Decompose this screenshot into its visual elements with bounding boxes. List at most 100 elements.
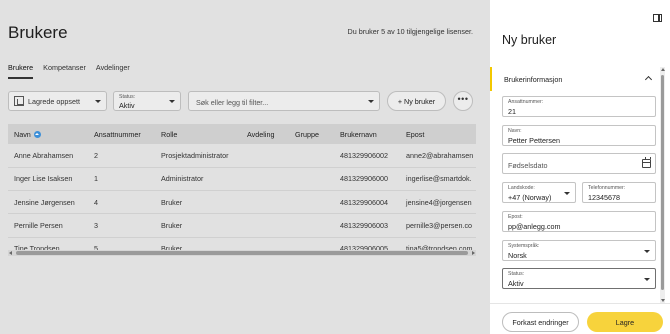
field-value: 12345678	[588, 193, 620, 202]
cell-epost: pernille3@persen.co	[400, 213, 476, 238]
name-field[interactable]: Navn: Petter Pettersen	[502, 125, 656, 146]
phone-number-field[interactable]: Telefonnummer: 12345678	[582, 182, 656, 203]
more-options-button[interactable]: •••	[453, 91, 473, 111]
page-title: Brukere	[8, 23, 68, 42]
chevron-down-icon	[169, 100, 175, 103]
saved-setups-dropdown[interactable]: Lagrede oppsett	[8, 91, 107, 111]
table-row[interactable]: Jensine Jørgensen 4 Bruker 481329906004 …	[8, 190, 476, 215]
saved-setup-icon	[14, 96, 24, 106]
field-label: Epost:	[508, 214, 523, 220]
column-header-ansattnummer[interactable]: Ansattnummer	[88, 124, 155, 144]
chevron-down-icon	[644, 277, 650, 281]
cell-epost: anne2@abrahamsen	[400, 144, 476, 168]
tab-brukere[interactable]: Brukere	[8, 63, 34, 79]
column-header-label: Navn	[14, 129, 31, 139]
field-label: Telefonnummer:	[588, 185, 626, 191]
cell-ansattnummer: 3	[88, 213, 155, 238]
field-label: Ansattnummer:	[508, 99, 544, 105]
status-select[interactable]: Status: Aktiv	[502, 268, 656, 289]
field-placeholder: Fødselsdato	[508, 160, 548, 170]
cell-avdeling	[241, 213, 289, 238]
discard-changes-button[interactable]: Forkast endringer	[502, 312, 579, 332]
cell-gruppe	[289, 144, 334, 168]
tab-kompetanser[interactable]: Kompetanser	[43, 63, 86, 79]
email-field[interactable]: Epost: pp@anlegg.com	[502, 211, 656, 232]
cell-rolle: Prosjektadministrator	[155, 144, 241, 168]
field-value: Aktiv	[508, 279, 524, 288]
cell-navn: Inger Lise Isaksen	[8, 167, 88, 192]
status-filter-dropdown[interactable]: Status: Aktiv	[113, 91, 181, 111]
table-row[interactable]: Anne Abrahamsen 2 Prosjektadministrator …	[8, 144, 476, 168]
cell-ansattnummer: 1	[88, 167, 155, 192]
chevron-down-icon	[644, 249, 650, 253]
employee-number-field[interactable]: Ansattnummer: 21	[502, 96, 656, 117]
field-label: Systemspråk:	[508, 243, 540, 249]
cell-ansattnummer: 2	[88, 144, 155, 168]
status-filter-label: Status:	[119, 94, 136, 100]
cell-epost: ingerlise@smartdok.	[400, 167, 476, 192]
save-button[interactable]: Lagre	[587, 312, 663, 332]
column-header-gruppe[interactable]: Gruppe	[289, 124, 334, 144]
search-placeholder: Søk eller legg til filter...	[196, 98, 269, 107]
column-header-rolle[interactable]: Rolle	[155, 124, 241, 144]
cell-ansattnummer: 4	[88, 190, 155, 215]
users-page: Brukere Du bruker 5 av 10 tilgjengelige …	[0, 0, 490, 334]
horizontal-scrollbar[interactable]	[8, 250, 476, 256]
field-value: Petter Pettersen	[508, 136, 560, 145]
country-code-select[interactable]: Landskode: +47 (Norway)	[502, 182, 576, 203]
license-info: Du bruker 5 av 10 tilgjengelige lisenser…	[347, 27, 473, 36]
section-header-user-info[interactable]: Brukerinformasjon	[490, 67, 660, 91]
table-row[interactable]: Pernille Persen 3 Bruker 481329906003 pe…	[8, 213, 476, 238]
new-user-panel: Ny bruker Brukerinformasjon Ansattnummer…	[490, 0, 670, 334]
tab-avdelinger[interactable]: Avdelinger	[96, 63, 130, 79]
birth-date-field[interactable]: Fødselsdato	[502, 153, 656, 174]
cell-rolle: Bruker	[155, 190, 241, 215]
scrollbar-thumb[interactable]	[661, 75, 664, 290]
cell-gruppe	[289, 167, 334, 192]
new-user-button[interactable]: + Ny bruker	[387, 91, 446, 111]
cell-navn: Anne Abrahamsen	[8, 144, 88, 168]
status-filter-value: Aktiv	[119, 101, 135, 110]
column-header-epost[interactable]: Epost	[400, 124, 476, 144]
table-row[interactable]: Inger Lise Isaksen 1 Administrator 48132…	[8, 167, 476, 192]
search-filter-input[interactable]: Søk eller legg til filter...	[188, 91, 380, 111]
sort-ascending-icon[interactable]	[33, 131, 41, 139]
field-value: +47 (Norway)	[508, 193, 552, 202]
field-value: 21	[508, 107, 516, 116]
system-language-select[interactable]: Systemspråk: Norsk	[502, 240, 656, 261]
cell-gruppe	[289, 213, 334, 238]
tab-bar: Brukere Kompetanser Avdelinger	[8, 63, 140, 79]
scrollbar-thumb[interactable]	[16, 251, 468, 255]
cell-navn: Pernille Persen	[8, 213, 88, 238]
vertical-scrollbar[interactable]	[660, 67, 665, 303]
scroll-left-icon[interactable]	[9, 251, 12, 255]
cell-avdeling	[241, 190, 289, 215]
cell-brukernavn: 481329906002	[334, 144, 400, 168]
field-value: pp@anlegg.com	[508, 222, 561, 231]
cell-rolle: Administrator	[155, 167, 241, 192]
calendar-icon[interactable]	[642, 157, 651, 168]
column-header-navn[interactable]: Navn	[8, 124, 88, 144]
cell-rolle: Bruker	[155, 213, 241, 238]
panel-dock-icon[interactable]	[653, 14, 662, 22]
field-label: Status:	[508, 271, 525, 277]
column-header-avdeling[interactable]: Avdeling	[241, 124, 289, 144]
field-label: Landskode:	[508, 185, 535, 191]
column-header-brukernavn[interactable]: Brukernavn	[334, 124, 400, 144]
chevron-down-icon	[368, 100, 374, 103]
panel-title: Ny bruker	[502, 33, 557, 47]
field-label: Navn:	[508, 128, 522, 134]
users-table: Navn Ansattnummer Rolle Avdeling Gruppe …	[8, 124, 476, 256]
cell-avdeling	[241, 144, 289, 168]
cell-gruppe	[289, 190, 334, 215]
cell-brukernavn: 481329906000	[334, 167, 400, 192]
chevron-down-icon	[564, 191, 570, 195]
scroll-down-icon[interactable]	[660, 299, 665, 302]
chevron-down-icon	[95, 100, 101, 103]
scroll-right-icon[interactable]	[472, 251, 475, 255]
section-title: Brukerinformasjon	[504, 75, 563, 84]
table-header-row: Navn Ansattnummer Rolle Avdeling Gruppe …	[8, 124, 476, 144]
chevron-up-icon[interactable]	[644, 75, 653, 84]
cell-brukernavn: 481329906004	[334, 190, 400, 215]
scroll-up-icon[interactable]	[660, 68, 665, 71]
